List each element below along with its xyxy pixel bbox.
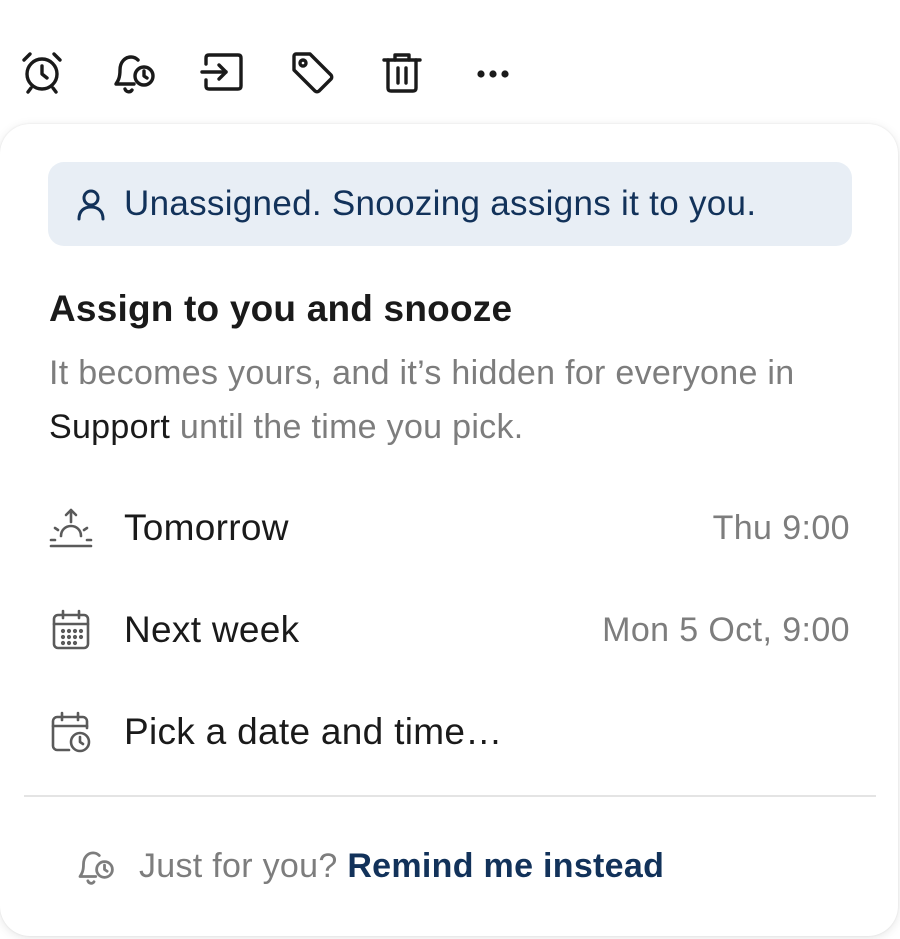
tag-button[interactable] [286,46,338,98]
more-button[interactable] [466,46,518,98]
divider [24,795,876,797]
desc-part1: It becomes yours, and it’s hidden for ev… [49,354,795,392]
alarm-clock-icon [22,52,62,94]
bell-clock-icon [114,55,155,94]
remind-me-link[interactable]: Remind me instead [347,847,664,885]
banner-text: Unassigned. Snoozing assigns it to you. [124,184,757,223]
bell-clock-icon [72,844,116,888]
calendar-clock-icon [48,709,94,755]
trash-icon [382,53,422,93]
panel-title: Assign to you and snooze [49,288,513,329]
toolbar [0,0,900,124]
option-label: Next week [124,609,300,650]
snooze-panel: Unassigned. Snoozing assigns it to you. … [0,124,898,936]
move-button[interactable] [196,46,248,98]
more-icon [477,70,509,78]
remind-button[interactable] [106,46,158,98]
desc-part2: until the time you pick. [170,408,524,446]
person-icon [72,185,110,223]
footer-text: Just for you? Remind me instead [139,847,664,886]
sunrise-icon [48,505,94,551]
footer: Just for you? Remind me instead [0,824,898,908]
snooze-alarm-button[interactable] [16,46,68,98]
option-next-week[interactable]: Next week Mon 5 Oct, 9:00 [0,584,898,676]
option-pick-date[interactable]: Pick a date and time… [0,686,898,778]
option-time: Mon 5 Oct, 9:00 [602,610,850,649]
option-tomorrow[interactable]: Tomorrow Thu 9:00 [0,482,898,574]
panel-description: It becomes yours, and it’s hidden for ev… [49,346,849,454]
option-label: Pick a date and time… [124,711,503,752]
team-name: Support [49,408,171,446]
calendar-icon [48,607,94,653]
move-to-icon [200,53,243,91]
option-label: Tomorrow [124,507,289,548]
footer-prompt: Just for you? [139,846,348,885]
delete-button[interactable] [376,46,428,98]
option-time: Thu 9:00 [712,508,850,547]
tag-icon [292,52,334,94]
assignment-banner: Unassigned. Snoozing assigns it to you. [48,162,852,246]
